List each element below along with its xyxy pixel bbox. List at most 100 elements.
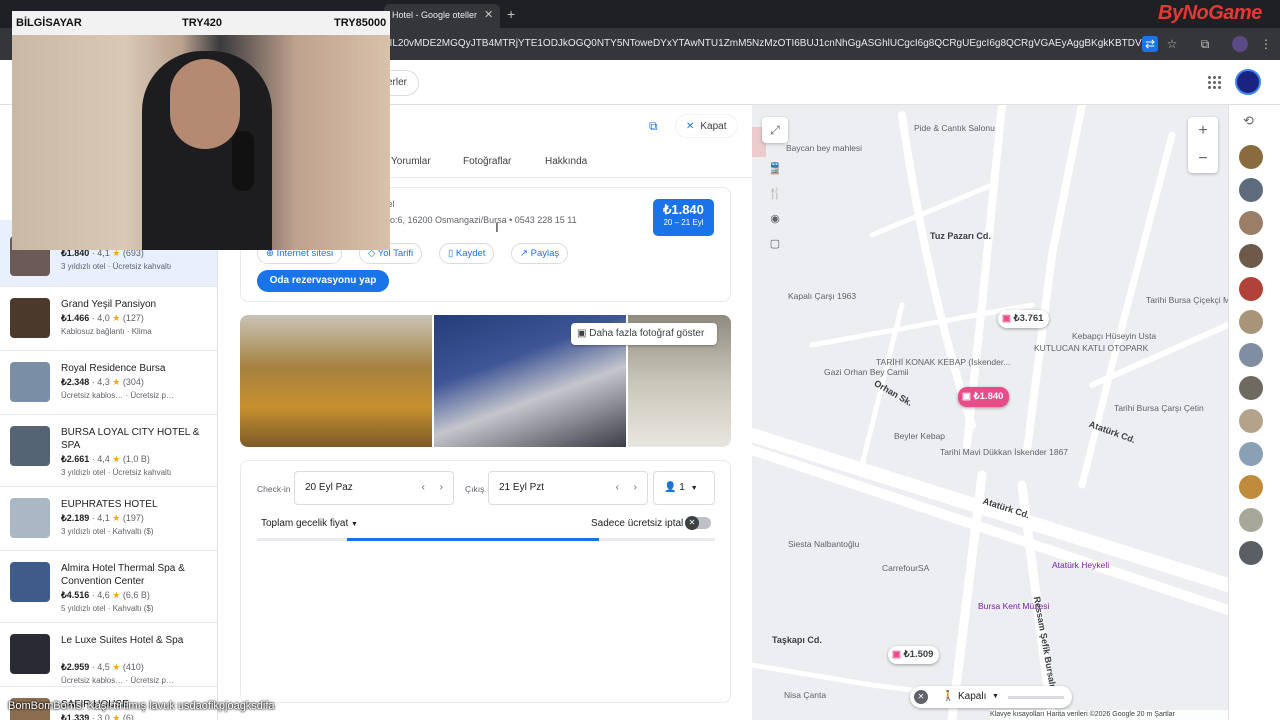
bookmark-star-icon[interactable]: ☆ xyxy=(1164,36,1180,52)
place-label[interactable]: Tarihi Bursa Çarşı Çetin xyxy=(1114,403,1204,413)
chevron-right-icon[interactable]: › xyxy=(440,472,443,504)
camera-icon[interactable]: ◉ xyxy=(766,207,784,232)
map-category-bar: 🚆 🍴 ◉ ▢ xyxy=(766,157,784,257)
profile-icon[interactable] xyxy=(1232,36,1248,52)
recent-place-thumbnail[interactable] xyxy=(1239,211,1263,235)
hotel-thumbnail xyxy=(10,426,50,466)
bynogame-logo: ByNoGame xyxy=(1158,2,1262,24)
hotel-list-item[interactable]: Royal Residence Bursa ₺2.348 · 4,3 ★ (304… xyxy=(0,352,217,415)
place-label[interactable]: TARİHİ KONAK KEBAP (İskender... xyxy=(876,357,1010,367)
checkout-field[interactable]: 21 Eyl Pzt ‹ › xyxy=(488,471,648,505)
chevron-right-icon[interactable]: › xyxy=(634,472,637,504)
restaurant-icon[interactable]: 🍴 xyxy=(766,182,784,207)
hotel-list-item[interactable]: Almira Hotel Thermal Spa & Convention Ce… xyxy=(0,552,217,623)
shopping-icon[interactable]: ▢ xyxy=(766,232,784,257)
checkin-value: 20 Eyl Paz xyxy=(305,482,353,493)
hotel-name: Le Luxe Suites Hotel & Spa xyxy=(61,635,184,646)
place-label[interactable]: Tarihi Bursa Çiçekçi METİN xyxy=(1146,295,1228,305)
text-cursor-icon: I xyxy=(495,219,499,235)
url-bar[interactable]: oIL20vMDE2MGQyJTB4MTRjYTE1ODJkOGQ0NTY5NT… xyxy=(384,34,1154,54)
recent-place-thumbnail[interactable] xyxy=(1239,409,1263,433)
tab-about[interactable]: Hakkında xyxy=(545,156,587,167)
hotel-phone[interactable]: 0543 228 15 11 xyxy=(515,215,577,225)
zoom-out-icon[interactable]: − xyxy=(1188,145,1218,173)
place-label[interactable]: Tarihi Mavi Dükkan İskender 1867 xyxy=(940,447,1068,457)
expand-map-icon[interactable]: ⤢ xyxy=(762,117,788,143)
hotel-list-item[interactable]: BURSA LOYAL CITY HOTEL & SPA ₺2.661 · 4,4… xyxy=(0,416,217,487)
hotel-list-item[interactable]: Grand Yeşil Pansiyon ₺1.466 · 4,0 ★ (127)… xyxy=(0,288,217,351)
layer-toggle-bar[interactable]: ✕ 🚶 Kapalı ▼ xyxy=(910,686,1072,708)
place-label[interactable]: Beyler Kebap xyxy=(894,431,945,441)
recent-place-thumbnail[interactable] xyxy=(1239,277,1263,301)
hotel-address-line: no:6, 16200 Osmangazi/Bursa • 0543 228 1… xyxy=(385,215,577,225)
place-label[interactable]: KUTLUCAN KATLI OTOPARK xyxy=(1034,343,1148,353)
place-label[interactable]: Kebapçı Hüseyin Usta xyxy=(1072,331,1156,341)
time-slider[interactable] xyxy=(1008,696,1064,699)
hotel-list-item[interactable]: EUPHRATES HOTEL ₺2.189 · 4,1 ★ (197) 3 yıl… xyxy=(0,488,217,551)
open-new-icon[interactable]: ⧉ xyxy=(649,119,658,134)
transit-icon[interactable]: 🚆 xyxy=(766,157,784,182)
history-icon[interactable]: ⟲ xyxy=(1243,113,1254,129)
place-label[interactable]: Gazi Orhan Bey Camii xyxy=(824,367,909,377)
recent-place-thumbnail[interactable] xyxy=(1239,244,1263,268)
recent-place-thumbnail[interactable] xyxy=(1239,376,1263,400)
hotel-thumbnail xyxy=(10,298,50,338)
checkin-field[interactable]: 20 Eyl Paz ‹ › xyxy=(294,471,454,505)
close-button[interactable]: ✕ Kapat xyxy=(675,114,738,138)
chat-ticker: BomBomBoms: Kaşırtırılmış lavuk usdaofik… xyxy=(8,700,275,712)
recent-place-thumbnail[interactable] xyxy=(1239,310,1263,334)
place-label[interactable]: Kapalı Çarşı 1963 xyxy=(788,291,856,301)
place-label[interactable]: Siesta Nalbantoğlu xyxy=(788,539,859,549)
recent-place-thumbnail[interactable] xyxy=(1239,343,1263,367)
chevron-left-icon[interactable]: ‹ xyxy=(616,472,619,504)
place-label[interactable]: CarrefourSA xyxy=(882,563,929,573)
free-cancel-toggle[interactable]: ✕ xyxy=(685,516,711,530)
hotel-rating: 4,6 xyxy=(97,590,110,600)
hotel-list-item[interactable]: Le Luxe Suites Hotel & Spa ₺2.959 · 4,5 ★… xyxy=(0,624,217,687)
map-canvas[interactable]: ⤢ 🚆 🍴 ◉ ▢ + − Baycan bey mahlesi Pide & … xyxy=(752,105,1228,720)
dropdown-caret-icon: ▼ xyxy=(690,485,698,492)
more-photos-button[interactable]: ▣ Daha fazla fotoğraf göster xyxy=(571,323,717,345)
price-pin[interactable]: ▣ ₺3.761 xyxy=(998,310,1050,328)
chevron-left-icon[interactable]: ‹ xyxy=(422,472,425,504)
share-button[interactable]: ↗ Paylaş xyxy=(511,243,569,264)
account-avatar[interactable] xyxy=(1235,69,1261,95)
price-pin-selected[interactable]: ▣ ₺1.840 xyxy=(958,387,1010,407)
new-tab-icon[interactable]: + xyxy=(507,6,515,22)
tab-close-icon[interactable]: ✕ xyxy=(484,8,493,21)
extensions-icon[interactable]: ⧉ xyxy=(1197,36,1213,52)
browser-tab-active[interactable]: Hotel - Google oteller xyxy=(384,4,500,28)
tab-photos[interactable]: Fotoğraflar xyxy=(463,156,511,167)
recent-place-thumbnail[interactable] xyxy=(1239,442,1263,466)
price-mode-dropdown[interactable]: Toplam gecelik fiyat ▼ xyxy=(261,518,358,529)
tab-reviews[interactable]: Yorumlar xyxy=(391,156,431,167)
book-room-button[interactable]: Oda rezervasyonu yap xyxy=(257,270,389,292)
close-layer-icon[interactable]: ✕ xyxy=(914,690,928,704)
recent-place-thumbnail[interactable] xyxy=(1239,508,1263,532)
recent-place-thumbnail[interactable] xyxy=(1239,475,1263,499)
translate-icon[interactable]: ⇄ xyxy=(1142,36,1158,52)
hotel-price: ₺1.339 xyxy=(61,713,90,720)
price-badge[interactable]: ₺1.840 20 – 21 Eyl xyxy=(653,199,714,236)
google-apps-icon[interactable] xyxy=(1208,76,1222,90)
place-label[interactable]: Nisa Çanta xyxy=(784,690,826,700)
guests-value: 1 xyxy=(679,482,685,493)
hotel-price-rating: ₺1.339 · 3,0 ★ (6) xyxy=(61,713,134,720)
recent-place-thumbnail[interactable] xyxy=(1239,541,1263,565)
amenity-2: Kahvaltı ($) xyxy=(112,604,154,613)
guests-field[interactable]: 👤 1 ▼ xyxy=(653,471,715,505)
save-button[interactable]: ▯ Kaydet xyxy=(439,243,495,264)
zoom-in-icon[interactable]: + xyxy=(1188,117,1218,145)
price-pin[interactable]: ▣ ₺1.509 xyxy=(888,646,940,664)
browser-menu-icon[interactable]: ⋮ xyxy=(1258,36,1274,52)
hotel-name: Royal Residence Bursa xyxy=(61,363,166,374)
photo-reception[interactable] xyxy=(240,315,432,447)
hotel-amenities: 5 yıldızlı otel · Kahvaltı ($) xyxy=(61,604,154,613)
recent-place-thumbnail[interactable] xyxy=(1239,178,1263,202)
place-label[interactable]: Atatürk Heykeli xyxy=(1052,560,1109,570)
place-label[interactable]: Baycan bey mahlesi xyxy=(786,143,862,153)
hotel-amenities: Kablosuz bağlantı · Klima xyxy=(61,327,152,336)
more-photos-label: Daha fazla fotoğraf göster xyxy=(589,328,705,339)
recent-place-thumbnail[interactable] xyxy=(1239,145,1263,169)
place-label[interactable]: Pide & Cantık Salonu xyxy=(914,123,995,133)
